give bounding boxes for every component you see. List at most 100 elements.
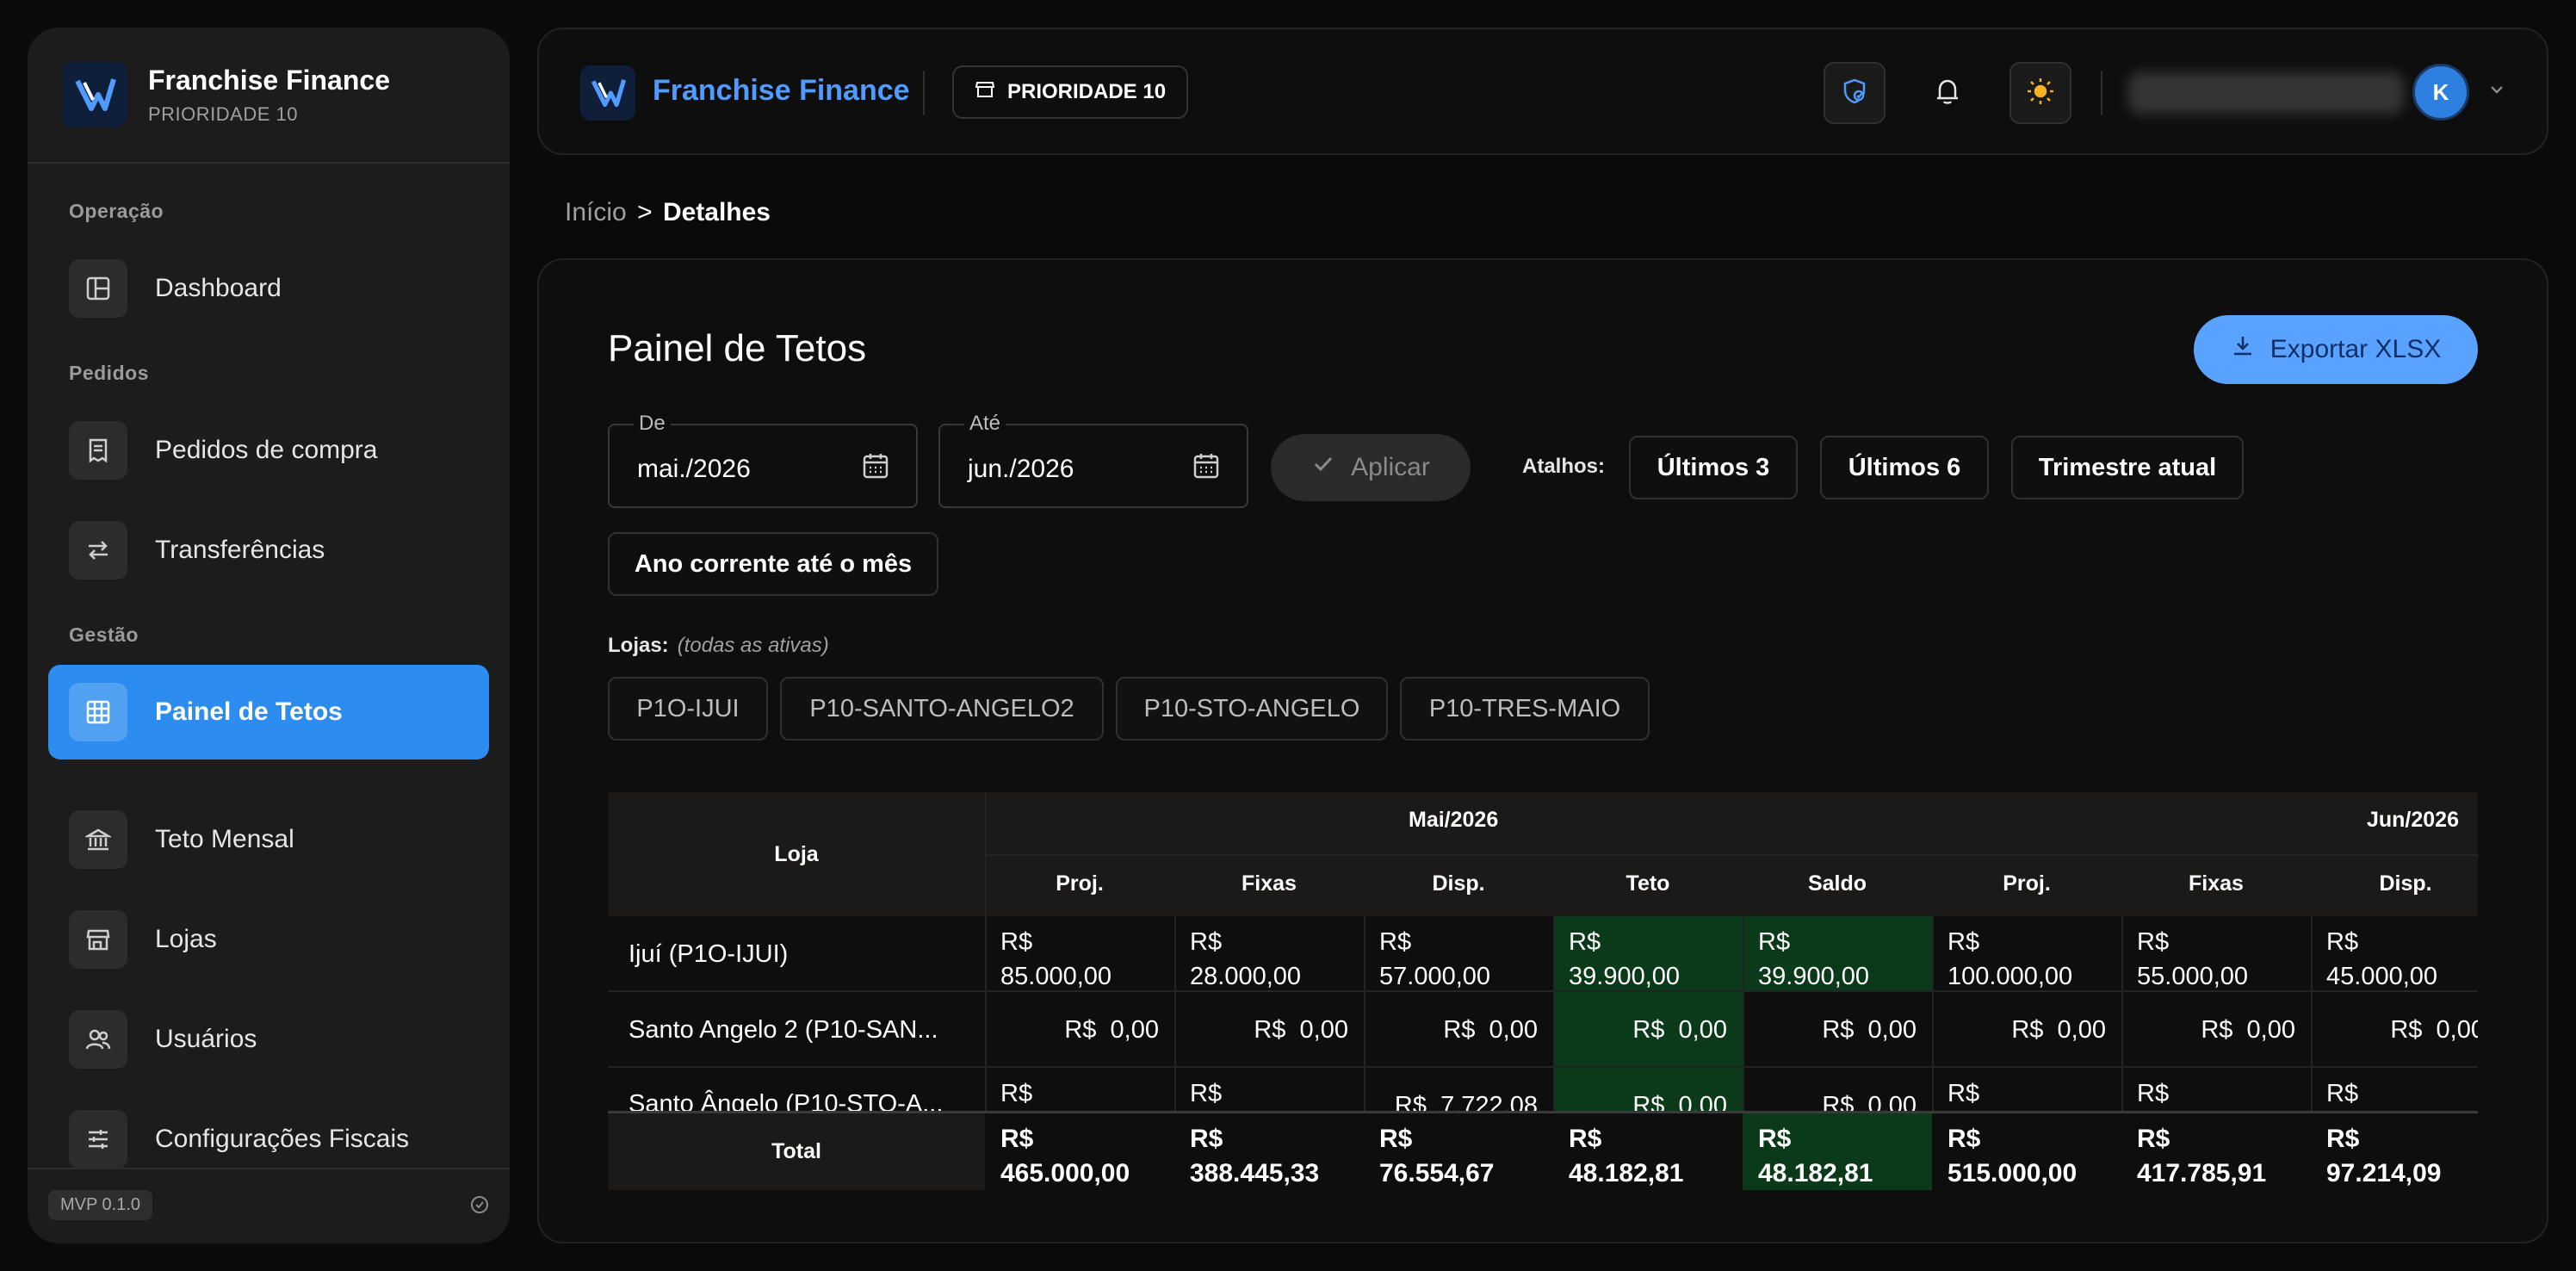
sidebar-item-label: Painel de Tetos (155, 698, 343, 726)
value-cell: R$ 0,00 (1743, 992, 1932, 1068)
currency-symbol: R$ (2326, 1080, 2359, 1107)
value-amount: 85.000,00 (1000, 963, 1112, 990)
currency-symbol: R$ (1947, 928, 1980, 956)
app-title[interactable]: Franchise Finance (653, 74, 910, 108)
value-amount: 0,00 (1489, 1015, 1538, 1044)
sidebar-item-transferencias[interactable]: Transferências (48, 503, 489, 598)
value-amount: 0,00 (1678, 1015, 1727, 1044)
store-selector-button[interactable]: PRIORIDADE 10 (952, 65, 1189, 119)
date-from-field[interactable]: De mai./2026 (608, 412, 918, 508)
divider (985, 792, 987, 916)
brand-subtitle: PRIORIDADE 10 (148, 102, 298, 125)
avatar[interactable]: K (2412, 64, 2469, 121)
shortcut-year-to-month-button[interactable]: Ano corrente até o mês (608, 532, 938, 596)
sidebar-item-painel-tetos[interactable]: Painel de Tetos (48, 665, 489, 760)
export-xlsx-button[interactable]: Exportar XLSX (2194, 315, 2478, 384)
column-header[interactable]: Teto (1553, 871, 1743, 896)
section-gestao: Gestão (69, 623, 139, 646)
check-circle-icon[interactable] (470, 1195, 489, 1218)
column-header[interactable]: Proj. (985, 871, 1174, 896)
sidebar-brand[interactable]: Franchise Finance PRIORIDADE 10 (28, 28, 510, 164)
column-header[interactable]: Disp. (2311, 871, 2478, 896)
total-cell: R$ 48.182,81 (1553, 1113, 1743, 1190)
date-to-field[interactable]: Até jun./2026 (938, 412, 1248, 508)
sidebar-item-label: Teto Mensal (155, 825, 294, 853)
sidebar-item-label: Pedidos de compra (155, 436, 378, 464)
total-amount: 515.000,00 (1947, 1159, 2078, 1187)
table-header: Loja Mai/2026 Jun/2026 Proj. Fixas Disp.… (608, 792, 2478, 916)
security-check-button[interactable] (1824, 62, 1886, 124)
sidebar-item-label: Dashboard (155, 274, 282, 302)
date-from-label: De (634, 412, 671, 436)
sidebar-item-dashboard[interactable]: Dashboard (48, 241, 489, 336)
store-chip[interactable]: P10-TRES-MAIO (1400, 677, 1650, 741)
column-header[interactable]: Proj. (1932, 871, 2121, 896)
value-cell: R$ 55.000,00 (2121, 916, 2311, 992)
sidebar-item-usuarios[interactable]: Usuários (48, 992, 489, 1087)
dashboard-icon (69, 259, 127, 318)
store-chip[interactable]: P10-SANTO-ANGELO2 (780, 677, 1104, 741)
value-cell: R$ 57.000,00 (1364, 916, 1553, 992)
divider (985, 992, 987, 1068)
users-icon (69, 1010, 127, 1069)
shortcuts-label: Atalhos: (1522, 455, 1605, 478)
calendar-icon[interactable] (861, 451, 890, 485)
breadcrumb-current: Detalhes (662, 198, 771, 226)
total-cell: R$ 388.445,33 (1174, 1113, 1364, 1190)
currency-symbol: R$ (1822, 1015, 1855, 1044)
value-amount: 28.000,00 (1190, 963, 1302, 990)
tetos-table[interactable]: Loja Mai/2026 Jun/2026 Proj. Fixas Disp.… (608, 792, 2478, 1190)
value-cell: R$ 28.000,00 (1174, 916, 1364, 992)
sidebar-item-lojas[interactable]: Lojas (48, 892, 489, 987)
value-cell: R$ 100.000,00 (1932, 916, 2121, 992)
currency-symbol: R$ (2201, 1015, 2233, 1044)
total-amount: 388.445,33 (1190, 1159, 1320, 1187)
calendar-icon[interactable] (1192, 451, 1221, 485)
header-months: Mai/2026 Jun/2026 (985, 792, 2478, 854)
column-header[interactable]: Fixas (1174, 871, 1364, 896)
breadcrumb-home-link[interactable]: Início (565, 198, 627, 226)
total-cell: R$ 515.000,00 (1932, 1113, 2121, 1190)
store-chip[interactable]: P1O-IJUI (608, 677, 768, 741)
sliders-icon (69, 1110, 127, 1169)
sidebar-item-label: Transferências (155, 536, 325, 564)
value-amount: 39.900,00 (1758, 963, 1870, 990)
date-to-label: Até (964, 412, 1006, 436)
value-amount: 0,00 (1867, 1015, 1917, 1044)
divider (923, 71, 925, 115)
shortcut-current-quarter-button[interactable]: Trimestre atual (2011, 436, 2244, 499)
currency-symbol: R$ (1190, 928, 1223, 956)
divider (1932, 992, 1934, 1068)
notifications-button[interactable] (1917, 62, 1978, 124)
header-loja[interactable]: Loja (608, 792, 985, 916)
sidebar-item-pedidos-compra[interactable]: Pedidos de compra (48, 403, 489, 498)
sidebar-item-label: Configurações Fiscais (155, 1125, 410, 1153)
divider (1553, 916, 1555, 992)
bell-icon (1932, 76, 1963, 111)
value-cell: R$ 0,00 (1174, 992, 1364, 1068)
theme-toggle-button[interactable] (2009, 62, 2071, 124)
total-amount: 97.214,09 (2326, 1159, 2442, 1187)
column-header[interactable]: Disp. (1364, 871, 1553, 896)
divider (2121, 916, 2123, 992)
divider (2101, 71, 2102, 115)
currency-symbol: R$ (2326, 928, 2359, 956)
brand-logo-icon[interactable] (580, 65, 635, 121)
currency-symbol: R$ (1064, 1015, 1097, 1044)
table-row[interactable]: Ijuí (P1O-IJUI) R$ 85.000,00 R$ 28.000,00 … (608, 916, 2478, 992)
shortcut-last-3-button[interactable]: Últimos 3 (1629, 436, 1798, 499)
value-cell: R$ 0,00 (2311, 992, 2478, 1068)
value-cell: R$ 85.000,00 (985, 916, 1174, 992)
chevron-down-icon[interactable] (2486, 79, 2507, 104)
store-chip[interactable]: P10-STO-ANGELO (1116, 677, 1388, 741)
table-row[interactable]: Santo Angelo 2 (P10-SAN... R$ 0,00 R$ 0,… (608, 992, 2478, 1068)
column-header[interactable]: Saldo (1743, 871, 1932, 896)
store-icon (975, 79, 995, 106)
page-title: Painel de Tetos (608, 327, 867, 369)
user-name-redacted[interactable] (2128, 72, 2404, 114)
column-header[interactable]: Fixas (2121, 871, 2311, 896)
apply-button[interactable]: Aplicar (1271, 434, 1471, 501)
sidebar-item-teto-mensal[interactable]: Teto Mensal (48, 792, 489, 887)
currency-symbol: R$ (1000, 1080, 1033, 1107)
shortcut-last-6-button[interactable]: Últimos 6 (1820, 436, 1989, 499)
